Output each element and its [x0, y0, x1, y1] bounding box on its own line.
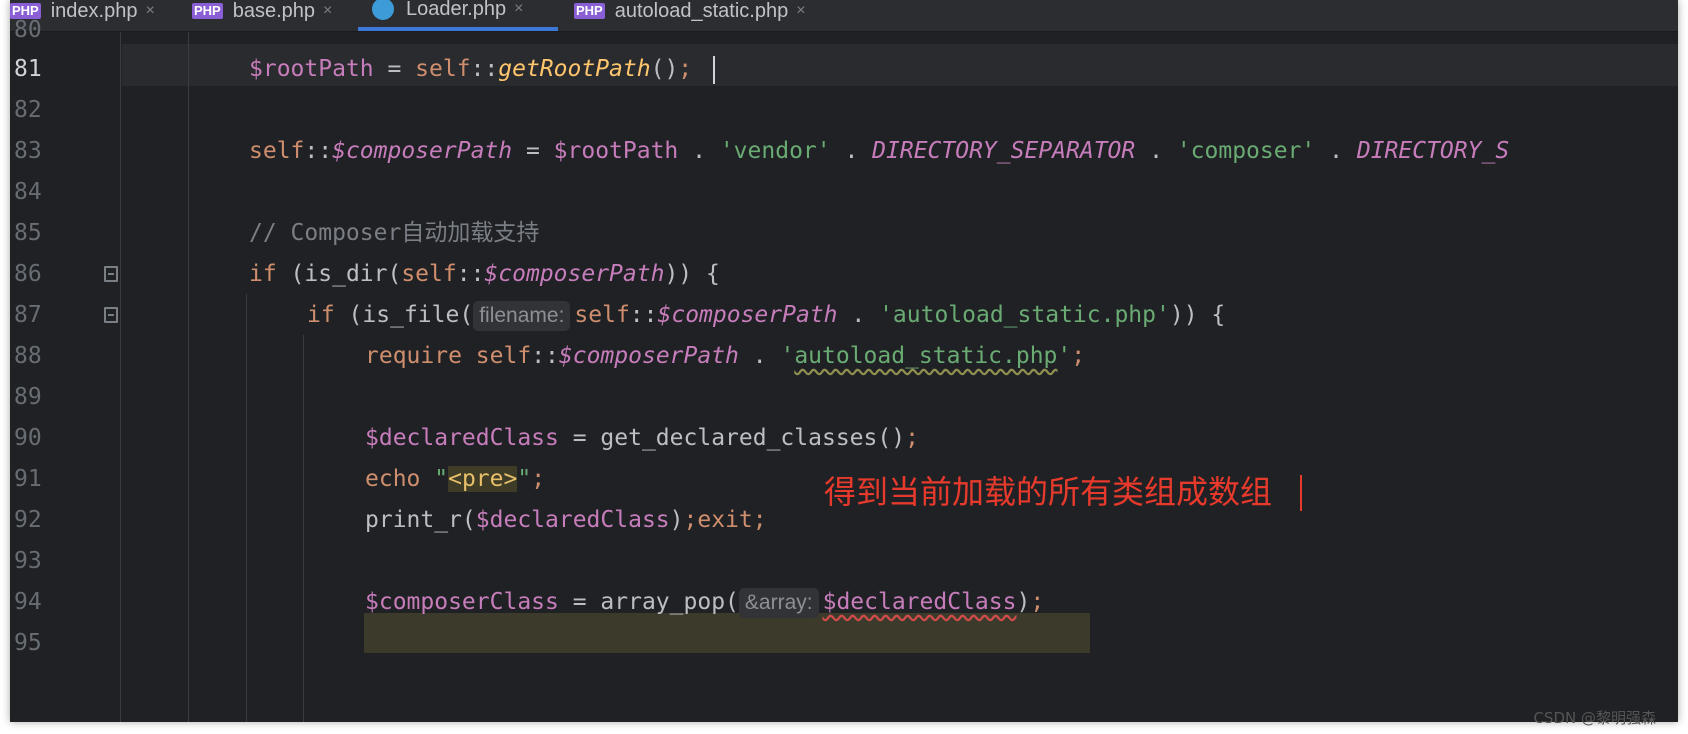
- indent-guide: [188, 32, 189, 722]
- close-icon[interactable]: ×: [796, 2, 805, 20]
- code-line-90: $declaredClass = get_declared_classes();: [365, 425, 919, 451]
- line-number: 83: [14, 138, 42, 164]
- code-line-87: if (is_file(filename: self::$composerPath…: [307, 298, 1225, 332]
- tab-base-php[interactable]: PHP base.php ×: [192, 0, 332, 31]
- code-line-81: $rootPath = self::getRootPath();: [249, 56, 693, 82]
- line-number: 88: [14, 343, 42, 369]
- code-editor[interactable]: $rootPath = self::getRootPath(); self::$…: [122, 32, 1678, 722]
- line-number: 84: [14, 179, 42, 205]
- line-number: 87: [14, 302, 42, 328]
- fold-marker-icon[interactable]: [104, 266, 118, 282]
- gutter-divider: [120, 32, 121, 722]
- annotation-cursor: [1300, 475, 1302, 511]
- line-number: 91: [14, 466, 42, 492]
- code-line-94: $composerClass = array_pop(&array: $decla…: [365, 585, 1044, 619]
- selected-statement-highlight: [364, 613, 1090, 653]
- tab-loader-php[interactable]: Loader.php ×: [358, 0, 558, 31]
- line-number-gutter[interactable]: 80 81 82 83 84 85 86 87 88 89 90 91 92 9…: [10, 17, 122, 722]
- watermark: CSDN @黎明强森: [1533, 709, 1656, 727]
- line-number: 85: [14, 220, 42, 246]
- annotation-text: 得到当前加载的所有类组成数组: [824, 473, 1273, 511]
- tab-label: Loader.php: [406, 0, 507, 20]
- line-number: 89: [14, 384, 42, 410]
- tab-autoload-static-php[interactable]: PHP autoload_static.php ×: [574, 0, 806, 31]
- editor-tab-bar: PHP index.php × PHP base.php × Loader.ph…: [10, 0, 1678, 32]
- code-line-85: // Composer自动加载支持: [249, 220, 540, 246]
- php-file-icon: PHP: [574, 3, 605, 19]
- code-line-88: require self::$composerPath . 'autoload_…: [365, 343, 1086, 369]
- close-icon[interactable]: ×: [323, 2, 332, 20]
- line-number: 80: [14, 17, 42, 43]
- indent-guide: [246, 294, 247, 722]
- parameter-hint: &array:: [738, 588, 819, 618]
- parameter-hint: filename:: [473, 301, 571, 331]
- php-file-icon: PHP: [192, 3, 223, 19]
- line-number: 94: [14, 589, 42, 615]
- code-line-92: print_r($declaredClass);exit;: [365, 507, 767, 533]
- class-file-icon: [372, 0, 394, 20]
- line-number: 82: [14, 97, 42, 123]
- code-line-91: echo "<pre>";: [365, 466, 546, 492]
- close-icon[interactable]: ×: [145, 2, 154, 20]
- line-number: 92: [14, 507, 42, 533]
- close-icon[interactable]: ×: [514, 0, 523, 18]
- line-number-current: 81: [14, 56, 42, 82]
- text-cursor: [713, 56, 715, 84]
- tab-label: autoload_static.php: [614, 0, 789, 22]
- tab-label: base.php: [232, 0, 316, 22]
- line-number: 95: [14, 630, 42, 656]
- fold-marker-icon[interactable]: [104, 307, 118, 323]
- code-line-83: self::$composerPath = $rootPath . 'vendo…: [249, 138, 1510, 164]
- code-line-86: if (is_dir(self::$composerPath)) {: [249, 261, 720, 287]
- line-number: 90: [14, 425, 42, 451]
- ide-window: PHP index.php × PHP base.php × Loader.ph…: [10, 0, 1678, 722]
- line-number: 93: [14, 548, 42, 574]
- indent-guide: [303, 335, 304, 722]
- line-number: 86: [14, 261, 42, 287]
